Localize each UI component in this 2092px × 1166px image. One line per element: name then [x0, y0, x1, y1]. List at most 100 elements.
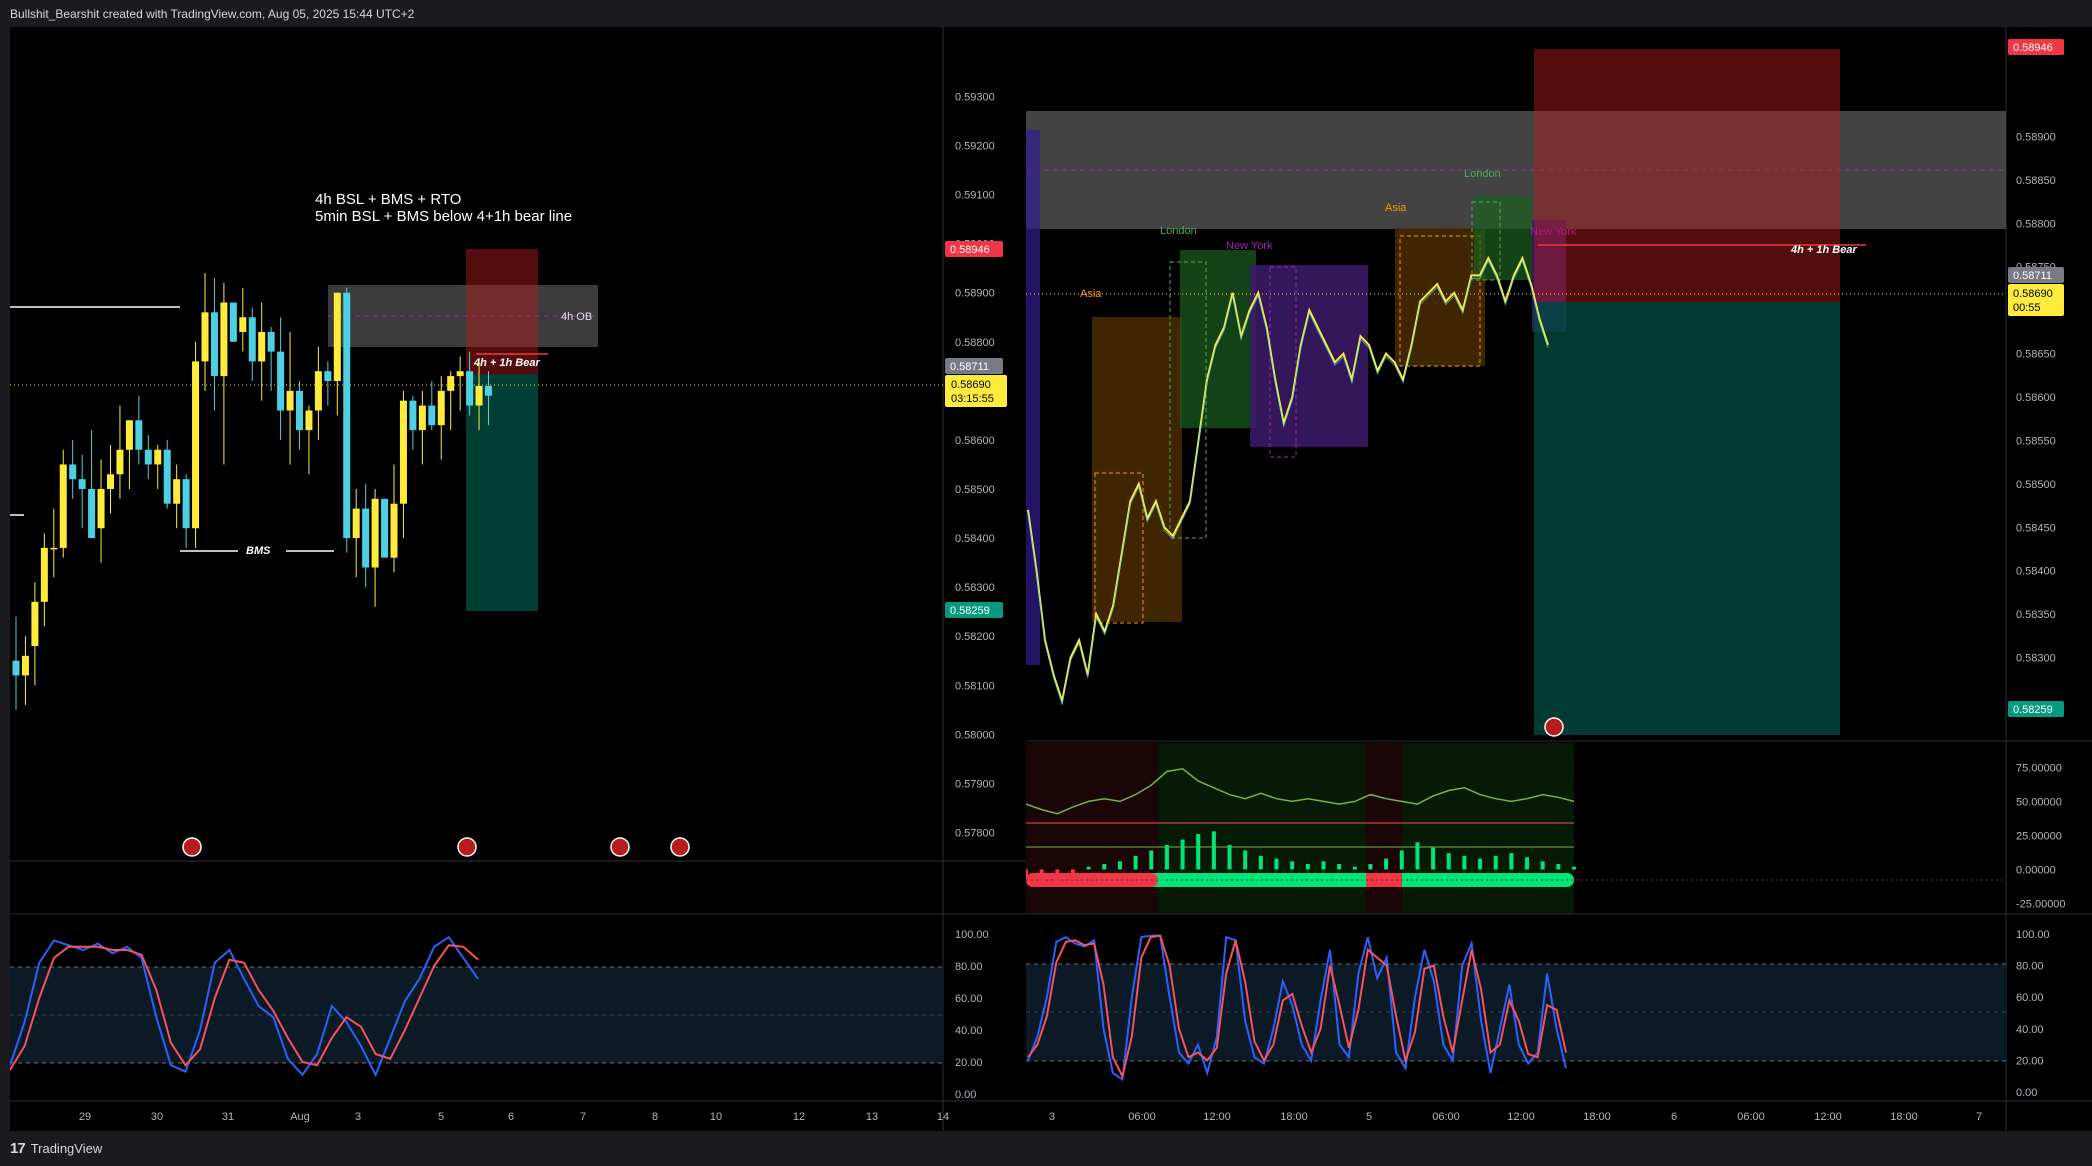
histogram-bar [1509, 853, 1514, 870]
right-chart-svg[interactable]: Asia London New York Asia London New Yor… [1024, 27, 2092, 1131]
time-tick-label: 5 [438, 1111, 444, 1123]
candle-body [447, 376, 455, 391]
price-tick-label: 0.57900 [955, 778, 995, 790]
time-tick-label: 30 [151, 1111, 163, 1123]
left-chart-panel[interactable]: 4h OB 4h + 1h Bear BMS 4h BSL + BMS + RT… [9, 27, 1029, 1131]
histogram-bar [1055, 869, 1060, 886]
target-tag: 0.58259 [950, 605, 990, 617]
time-tick-label: 12:00 [1814, 1111, 1842, 1123]
price-tick-label: 0.58900 [2016, 131, 2056, 143]
event-marker[interactable] [182, 837, 202, 857]
candle-body [305, 410, 313, 431]
price-tick-label: 0.58600 [2016, 392, 2056, 404]
histogram-bar [1149, 850, 1154, 870]
session-label-newyork: New York [1226, 240, 1273, 252]
candle-body [192, 361, 200, 529]
session-box-asia [1092, 317, 1182, 622]
price-tick-label: 0.58300 [955, 582, 995, 594]
candle-body [466, 371, 474, 406]
candle-body [116, 449, 124, 475]
current-price-tag: 0.58690 [951, 379, 991, 391]
candle-body [201, 312, 209, 362]
histogram-bar [1227, 844, 1232, 870]
candle-body [78, 479, 86, 489]
countdown-tag: 03:15:55 [951, 393, 994, 405]
osc-tick-label: 50.00000 [2016, 796, 2062, 808]
price-tick-label: 0.58100 [955, 680, 995, 692]
time-tick-label: 31 [222, 1111, 234, 1123]
candle-body [40, 547, 48, 602]
candle-body [314, 371, 322, 411]
candle-body [267, 331, 275, 352]
histogram-bar [1478, 858, 1483, 870]
candle-body [97, 488, 105, 529]
price-tick-label: 0.57800 [955, 827, 995, 839]
histogram-bar [1024, 869, 1028, 878]
time-tick-label: 29 [79, 1111, 91, 1123]
time-tick-label: 12 [793, 1111, 805, 1123]
price-tick-label: 0.58550 [2016, 435, 2056, 447]
candle-body [371, 498, 379, 568]
histogram-bar [1086, 866, 1091, 870]
candle-body [182, 479, 190, 529]
last-close-tag: 0.58711 [2013, 270, 2052, 282]
target-tag: 0.58259 [2013, 704, 2053, 716]
price-tick-label: 0.59200 [955, 141, 995, 153]
histogram-bar [1070, 869, 1075, 881]
time-tick-label: Aug [290, 1111, 310, 1123]
time-tick-label: 18:00 [1583, 1111, 1611, 1123]
time-tick-label: 06:00 [1128, 1111, 1156, 1123]
note-line-1: 4h BSL + BMS + RTO [315, 191, 461, 208]
candle-body [125, 420, 133, 450]
osc-tick-label: -25.00000 [2016, 898, 2066, 910]
candle-body [21, 655, 29, 676]
credit-text: Bullshit_Bearshit created with TradingVi… [10, 7, 415, 21]
time-tick-label: 14 [937, 1111, 949, 1123]
stoch-tick-label: 80.00 [2016, 961, 2044, 973]
osc-tick-label: 0.00000 [2016, 864, 2056, 876]
candle-body [485, 385, 492, 396]
time-tick-label: 3 [1049, 1111, 1055, 1123]
candle-body [381, 498, 389, 558]
price-tick-label: 0.58800 [955, 337, 995, 349]
current-price-tag: 0.58690 [2013, 288, 2053, 300]
event-marker[interactable] [670, 837, 690, 857]
time-tick-label: 3 [355, 1111, 361, 1123]
right-chart-panel[interactable]: Asia London New York Asia London New Yor… [1024, 27, 2092, 1131]
candle-body [12, 660, 20, 676]
histogram-bar [1243, 850, 1248, 870]
histogram-bar [1352, 866, 1357, 870]
left-chart-svg[interactable]: 4h OB 4h + 1h Bear BMS 4h BSL + BMS + RT… [9, 27, 1029, 1131]
target-zone [1534, 302, 1840, 735]
stoch-tick-label: 0.00 [955, 1089, 976, 1101]
price-tick-label: 0.58400 [2016, 566, 2056, 578]
bear-label: 4h + 1h Bear [473, 357, 540, 369]
candle-body [333, 292, 341, 382]
price-tick-label: 0.58850 [2016, 175, 2056, 187]
histogram-bar [1540, 861, 1545, 870]
price-tick-label: 0.58400 [955, 533, 995, 545]
candle-body [399, 400, 407, 504]
candle-body [286, 390, 294, 411]
event-marker[interactable] [457, 837, 477, 857]
session-label-asia-2: Asia [1385, 202, 1407, 214]
candle-body [475, 385, 483, 406]
candle-body [352, 508, 360, 539]
osc-bg-green [1158, 743, 1366, 913]
time-tick-label: 10 [710, 1111, 722, 1123]
tradingview-logo[interactable]: 17 TradingView [10, 1140, 102, 1157]
histogram-bar [1258, 855, 1263, 870]
entry-tag: 0.58946 [950, 244, 990, 256]
stoch-tick-label: 60.00 [955, 993, 983, 1005]
price-tick-label: 0.58450 [2016, 522, 2056, 534]
histogram-bar [1525, 857, 1530, 870]
stop-zone [466, 249, 538, 374]
candle-body [277, 351, 285, 411]
top-credit-bar: Bullshit_Bearshit created with TradingVi… [0, 0, 2092, 27]
event-marker[interactable] [1544, 717, 1564, 737]
histogram-bar [1117, 861, 1122, 870]
histogram-bar [1290, 861, 1295, 870]
stoch-tick-label: 80.00 [955, 961, 983, 973]
event-marker[interactable] [610, 837, 630, 857]
histogram-bar [1368, 864, 1373, 870]
